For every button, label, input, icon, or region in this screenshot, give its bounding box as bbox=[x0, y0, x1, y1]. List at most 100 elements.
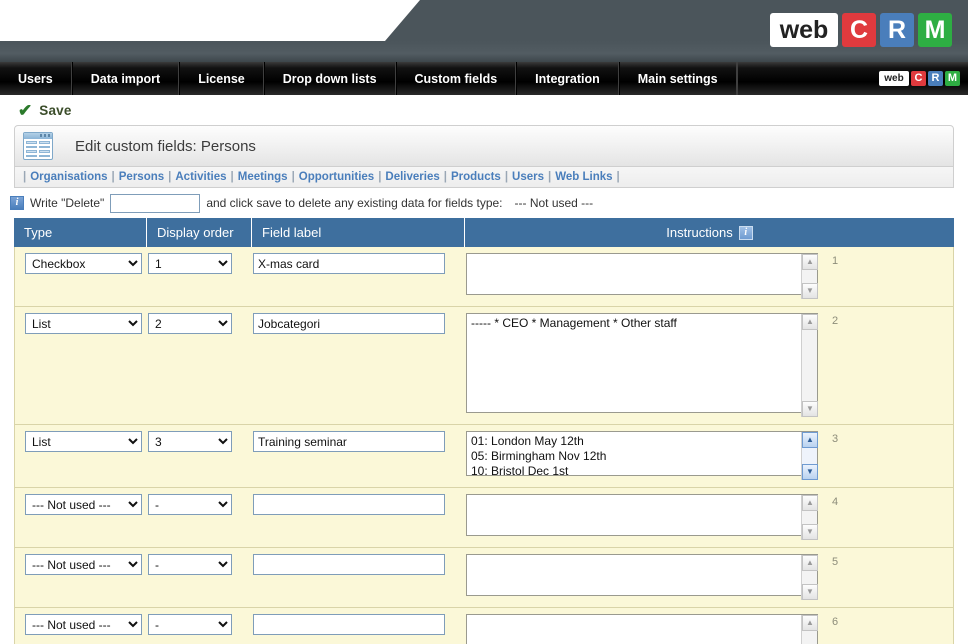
logo-web-tile: web bbox=[770, 13, 838, 47]
field-label-input[interactable] bbox=[253, 554, 445, 575]
entity-link-deliveries[interactable]: Deliveries bbox=[385, 171, 439, 183]
textarea-scrollbar[interactable]: ▲ ▼ bbox=[801, 615, 818, 644]
entity-link-opportunities[interactable]: Opportunities bbox=[299, 171, 374, 183]
display-order-select[interactable]: 3 bbox=[148, 431, 232, 452]
row-number: 1 bbox=[832, 255, 839, 267]
row-number: 4 bbox=[832, 496, 839, 508]
field-label-input[interactable] bbox=[253, 253, 445, 274]
field-type-select[interactable]: List bbox=[25, 431, 142, 452]
nav-item-custom-fields[interactable]: Custom fields bbox=[395, 62, 517, 95]
page-title: Edit custom fields: Persons bbox=[75, 137, 256, 155]
field-label-input[interactable] bbox=[253, 494, 445, 515]
textarea-scrollbar[interactable]: ▲ ▼ bbox=[801, 254, 818, 299]
textarea-scrollbar[interactable]: ▲ ▼ bbox=[801, 314, 818, 417]
table-header-row: Type Display order Field label Instructi… bbox=[14, 218, 954, 247]
nav-item-data-import[interactable]: Data import bbox=[71, 62, 180, 95]
row-type-cell: --- Not used --- bbox=[15, 614, 148, 635]
instructions-textarea[interactable]: ----- * CEO * Management * Other staff bbox=[466, 313, 818, 413]
scroll-up-icon[interactable]: ▲ bbox=[802, 254, 818, 270]
row-order-cell: 1 bbox=[148, 253, 253, 274]
column-header-display-order: Display order bbox=[147, 218, 252, 247]
field-label-input[interactable] bbox=[253, 313, 445, 334]
entity-separator: | bbox=[616, 171, 620, 183]
nav-item-integration[interactable]: Integration bbox=[516, 62, 619, 95]
field-type-select[interactable]: Checkbox bbox=[25, 253, 142, 274]
nav-item-users[interactable]: Users bbox=[0, 62, 72, 95]
scroll-up-icon[interactable]: ▲ bbox=[802, 615, 818, 631]
row-label-cell bbox=[253, 494, 466, 515]
row-label-cell bbox=[253, 313, 466, 334]
row-number: 3 bbox=[832, 433, 839, 445]
row-order-cell: 3 bbox=[148, 431, 253, 452]
nav-item-drop-down-lists[interactable]: Drop down lists bbox=[263, 62, 396, 95]
webcrm-logo: web C R M bbox=[770, 13, 952, 47]
delete-confirm-input[interactable] bbox=[110, 193, 201, 213]
textarea-scrollbar[interactable]: ▲ ▼ bbox=[801, 432, 818, 480]
row-instructions-cell: 01: London May 12th 05: Birmingham Nov 1… bbox=[466, 431, 953, 481]
nav-item-main-settings[interactable]: Main settings bbox=[618, 62, 737, 95]
column-header-type: Type bbox=[14, 218, 147, 247]
row-number: 2 bbox=[832, 315, 839, 327]
logo-white-shape bbox=[0, 0, 420, 41]
scroll-up-icon[interactable]: ▲ bbox=[802, 314, 818, 330]
field-label-input[interactable] bbox=[253, 431, 445, 452]
scroll-down-icon[interactable]: ▼ bbox=[802, 464, 818, 480]
entity-separator: | bbox=[23, 171, 27, 183]
row-type-cell: --- Not used --- bbox=[15, 494, 148, 515]
entity-separator: | bbox=[230, 171, 234, 183]
instructions-textarea[interactable] bbox=[466, 614, 818, 644]
display-order-select[interactable]: 1 bbox=[148, 253, 232, 274]
scroll-up-icon[interactable]: ▲ bbox=[802, 495, 818, 511]
scroll-down-icon[interactable]: ▼ bbox=[802, 584, 818, 600]
instructions-textarea[interactable] bbox=[466, 494, 818, 536]
textarea-scrollbar[interactable]: ▲ ▼ bbox=[801, 495, 818, 540]
field-type-select[interactable]: --- Not used --- bbox=[25, 614, 142, 635]
scroll-down-icon[interactable]: ▼ bbox=[802, 283, 818, 299]
entity-link-products[interactable]: Products bbox=[451, 171, 501, 183]
field-type-select[interactable]: List bbox=[25, 313, 142, 334]
entity-link-organisations[interactable]: Organisations bbox=[30, 171, 107, 183]
field-type-select[interactable]: --- Not used --- bbox=[25, 554, 142, 575]
delete-notice-row: i Write "Delete" and click save to delet… bbox=[0, 188, 968, 218]
instructions-textarea[interactable] bbox=[466, 253, 818, 295]
entity-link-meetings[interactable]: Meetings bbox=[238, 171, 288, 183]
row-order-cell: - bbox=[148, 614, 253, 635]
delete-notice-field-type: --- Not used --- bbox=[514, 196, 594, 210]
scroll-down-icon[interactable]: ▼ bbox=[802, 524, 818, 540]
table-row: --- Not used --- - ▲ ▼ 6 bbox=[14, 608, 954, 644]
entity-link-persons[interactable]: Persons bbox=[119, 171, 164, 183]
entity-link-web-links[interactable]: Web Links bbox=[555, 171, 612, 183]
row-number: 6 bbox=[832, 616, 839, 628]
row-instructions-cell: ▲ ▼ bbox=[466, 253, 953, 300]
display-order-select[interactable]: - bbox=[148, 614, 232, 635]
scroll-up-icon[interactable]: ▲ bbox=[802, 432, 818, 448]
entity-separator: | bbox=[111, 171, 115, 183]
table-window-icon bbox=[23, 132, 53, 160]
check-icon: ✔ bbox=[18, 100, 33, 120]
nav-item-license[interactable]: License bbox=[179, 62, 264, 95]
entity-link-users[interactable]: Users bbox=[512, 171, 544, 183]
entity-separator: | bbox=[504, 171, 509, 183]
instructions-textarea[interactable] bbox=[466, 554, 818, 596]
display-order-select[interactable]: 2 bbox=[148, 313, 232, 334]
main-navigation-bar: Users Data import License Drop down list… bbox=[0, 62, 968, 95]
row-order-cell: - bbox=[148, 494, 253, 515]
page-title-panel: Edit custom fields: Persons bbox=[14, 125, 954, 167]
field-label-input[interactable] bbox=[253, 614, 445, 635]
row-instructions-cell: ▲ ▼ bbox=[466, 614, 953, 644]
info-icon[interactable]: i bbox=[738, 225, 753, 240]
entity-separator: | bbox=[291, 171, 295, 183]
scroll-down-icon[interactable]: ▼ bbox=[802, 401, 818, 417]
entity-link-activities[interactable]: Activities bbox=[175, 171, 226, 183]
field-type-select[interactable]: --- Not used --- bbox=[25, 494, 142, 515]
instructions-textarea[interactable]: 01: London May 12th 05: Birmingham Nov 1… bbox=[466, 431, 818, 476]
save-button[interactable]: Save bbox=[39, 103, 71, 118]
row-instructions-cell: ▲ ▼ bbox=[466, 494, 953, 541]
display-order-select[interactable]: - bbox=[148, 494, 232, 515]
row-type-cell: List bbox=[15, 313, 148, 334]
row-number: 5 bbox=[832, 556, 839, 568]
textarea-scrollbar[interactable]: ▲ ▼ bbox=[801, 555, 818, 600]
scroll-up-icon[interactable]: ▲ bbox=[802, 555, 818, 571]
nav-webcrm-logo: web C R M bbox=[871, 62, 968, 95]
display-order-select[interactable]: - bbox=[148, 554, 232, 575]
